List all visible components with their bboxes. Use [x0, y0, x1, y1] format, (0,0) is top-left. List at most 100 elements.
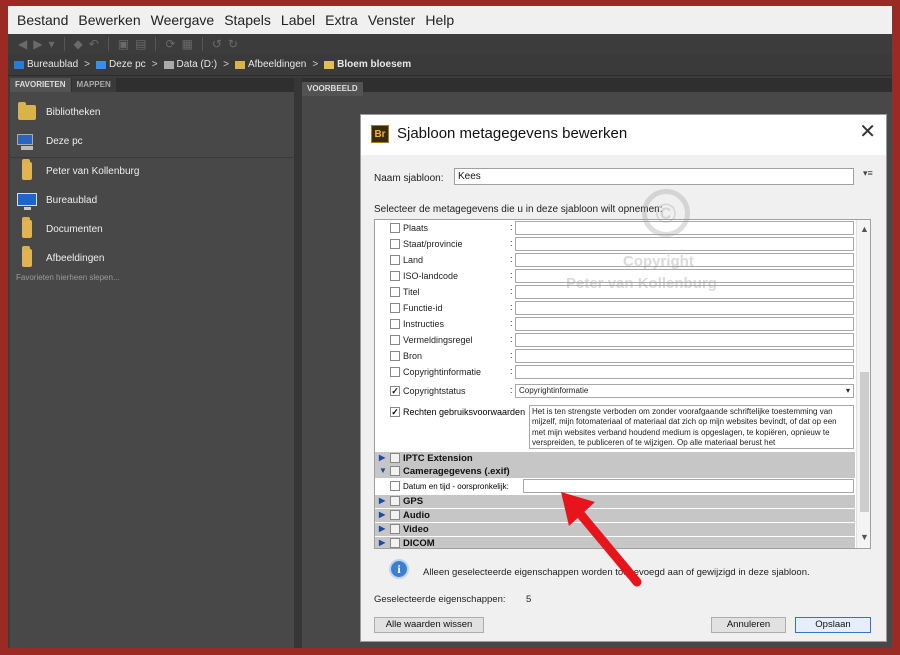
favorite-item-afbeeldingen[interactable]: Afbeeldingen — [16, 246, 104, 268]
breadcrumb-item[interactable]: Data (D:) — [163, 59, 217, 70]
chevron-right-icon[interactable]: > — [223, 59, 229, 70]
field-input[interactable] — [515, 333, 854, 347]
favorite-item-bureaublad[interactable]: Bureaublad — [16, 190, 97, 210]
cancel-button[interactable]: Annuleren — [711, 617, 786, 633]
save-button[interactable]: Opslaan — [795, 617, 871, 633]
collapse-triangle-icon[interactable]: ▼ — [379, 466, 387, 475]
field-input[interactable] — [515, 269, 854, 283]
menu-stapels[interactable]: Stapels — [219, 6, 276, 34]
favorite-item-user[interactable]: Peter van Kollenburg — [16, 159, 139, 181]
menu-extra[interactable]: Extra — [320, 6, 363, 34]
field-input[interactable] — [515, 253, 854, 267]
chevron-right-icon[interactable]: > — [152, 59, 158, 70]
group-checkbox[interactable] — [390, 496, 400, 506]
rotate-left-icon[interactable]: ↺ — [212, 37, 222, 51]
field-checkbox[interactable] — [390, 481, 400, 491]
bridge-logo-icon: Br — [371, 125, 389, 143]
computer-icon — [96, 60, 106, 69]
metadata-row: Vermeldingsregel : — [375, 332, 855, 348]
field-label: Land — [403, 255, 424, 265]
tab-favorieten[interactable]: FAVORIETEN — [10, 78, 71, 92]
tab-mappen[interactable]: MAPPEN — [71, 78, 116, 92]
expand-triangle-icon[interactable]: ▶ — [379, 510, 385, 519]
field-input[interactable] — [515, 365, 854, 379]
menu-weergave[interactable]: Weergave — [146, 6, 220, 34]
field-input[interactable] — [515, 301, 854, 315]
favorite-item-documenten[interactable]: Documenten — [16, 217, 103, 239]
chevron-right-icon[interactable]: > — [312, 59, 318, 70]
boomerang-icon[interactable]: ↶ — [89, 37, 99, 51]
field-checkbox[interactable] — [390, 239, 400, 249]
field-checkbox-checked[interactable]: ✓ — [390, 407, 400, 417]
chevron-down-icon[interactable]: ▾ — [48, 37, 54, 51]
breadcrumb-item[interactable]: Deze pc — [96, 59, 146, 70]
group-checkbox[interactable] — [390, 510, 400, 520]
field-checkbox[interactable] — [390, 223, 400, 233]
expand-triangle-icon[interactable]: ▶ — [379, 524, 385, 533]
menu-bewerken[interactable]: Bewerken — [73, 6, 145, 34]
breadcrumb-item[interactable]: Afbeeldingen — [234, 59, 306, 70]
group-camera-exif[interactable]: ▼ Cameragegevens (.exif) — [375, 465, 855, 478]
camera-import-icon[interactable]: ▣ — [118, 37, 129, 51]
field-checkbox[interactable] — [390, 271, 400, 281]
folder-icon — [234, 60, 245, 69]
breadcrumb-item-current[interactable]: Bloem bloesem — [324, 59, 411, 70]
menu-label[interactable]: Label — [276, 6, 320, 34]
metadata-scrollbar[interactable]: ▲ ▼ — [856, 220, 870, 548]
toolbar-divider — [155, 37, 157, 51]
clear-all-values-button[interactable]: Alle waarden wissen — [374, 617, 484, 633]
field-label: Plaats — [403, 223, 429, 233]
group-checkbox[interactable] — [390, 538, 400, 548]
favorite-item-bibliotheken[interactable]: Bibliotheken — [16, 102, 100, 122]
expand-triangle-icon[interactable]: ▶ — [379, 538, 385, 547]
field-input[interactable] — [515, 221, 854, 235]
group-checkbox[interactable] — [390, 524, 400, 534]
field-input[interactable] — [515, 317, 854, 331]
field-checkbox[interactable] — [390, 335, 400, 345]
copyright-status-select[interactable]: Copyrightinformatie — [515, 384, 854, 398]
rotate-icon[interactable]: ⟳ — [165, 37, 175, 51]
field-input[interactable] — [515, 285, 854, 299]
refine-icon[interactable]: ▤ — [135, 37, 146, 51]
template-name-input[interactable] — [454, 168, 854, 185]
tab-voorbeeld[interactable]: VOORBEELD — [302, 82, 363, 96]
group-checkbox[interactable] — [390, 466, 400, 476]
dialog-title: Sjabloon metagegevens bewerken — [397, 125, 628, 142]
favorite-item-deze-pc[interactable]: Deze pc — [16, 131, 83, 151]
close-icon[interactable]: ✕ — [859, 122, 876, 142]
field-checkbox[interactable] — [390, 367, 400, 377]
scrollbar-thumb[interactable] — [860, 372, 869, 512]
chevron-up-icon[interactable]: ▲ — [860, 224, 869, 234]
recent-folder-icon[interactable]: ◆ — [74, 37, 83, 51]
field-checkbox[interactable] — [390, 303, 400, 313]
rights-textarea[interactable]: Het is ten strengste verboden om zonder … — [529, 405, 854, 449]
field-input[interactable] — [515, 237, 854, 251]
chevron-right-icon[interactable]: > — [84, 59, 90, 70]
expand-triangle-icon[interactable]: ▶ — [379, 496, 385, 505]
field-checkbox[interactable] — [390, 351, 400, 361]
menu-venster[interactable]: Venster — [363, 6, 420, 34]
field-label: Copyrightinformatie — [403, 367, 482, 377]
panel-splitter[interactable] — [294, 78, 302, 648]
rotate-right-icon[interactable]: ↻ — [228, 37, 238, 51]
field-checkbox[interactable] — [390, 319, 400, 329]
group-checkbox[interactable] — [390, 453, 400, 463]
menu-help[interactable]: Help — [420, 6, 459, 34]
template-name-label: Naam sjabloon: — [374, 173, 444, 184]
drive-icon — [163, 60, 174, 69]
dialog-title-bar: Br Sjabloon metagegevens bewerken ✕ — [361, 115, 886, 155]
back-arrow-icon[interactable]: ◀ — [18, 37, 27, 51]
forward-arrow-icon[interactable]: ▶ — [33, 37, 42, 51]
menu-bestand[interactable]: Bestand — [12, 6, 73, 34]
field-checkbox[interactable] — [390, 255, 400, 265]
open-in-icon[interactable]: ▦ — [182, 37, 193, 51]
documents-folder-icon — [16, 217, 38, 239]
breadcrumb-item[interactable]: Bureaublad — [14, 59, 78, 70]
field-checkbox-checked[interactable]: ✓ — [390, 386, 400, 396]
chevron-down-icon[interactable]: ▼ — [860, 532, 869, 542]
expand-triangle-icon[interactable]: ▶ — [379, 453, 385, 462]
group-iptc-extension[interactable]: ▶ IPTC Extension — [375, 452, 855, 465]
field-checkbox[interactable] — [390, 287, 400, 297]
field-input[interactable] — [515, 349, 854, 363]
options-menu-icon[interactable]: ▾≡ — [863, 168, 873, 179]
